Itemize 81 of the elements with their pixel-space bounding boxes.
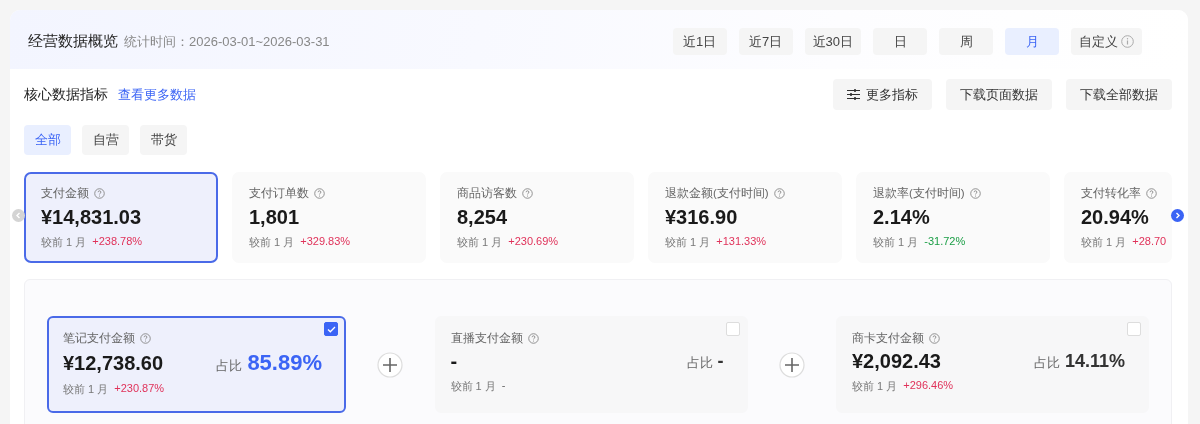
change-percent: +28.70 — [1132, 235, 1167, 249]
range-button[interactable]: 近1日 — [672, 28, 727, 55]
compare-label: 较前 1 月 — [249, 235, 295, 250]
change-percent: +238.78% — [92, 235, 143, 249]
change-percent: +230.69% — [508, 235, 559, 249]
filter-tab[interactable]: 带货 — [140, 125, 187, 155]
metric-name: 笔记支付金额 — [63, 331, 135, 346]
sliders-icon — [847, 89, 860, 100]
help-icon[interactable] — [522, 188, 533, 199]
help-icon[interactable] — [969, 188, 981, 199]
compare-label: 较前 1 月 — [457, 235, 503, 250]
more-metrics-button[interactable]: 更多指标 — [833, 79, 932, 110]
checkbox[interactable] — [324, 322, 338, 336]
metric-name: 直播支付金额 — [450, 331, 523, 346]
metric-value: ¥316.90 — [665, 206, 739, 229]
metric-value: ¥2,092.43 — [852, 350, 941, 373]
metric-value: 20.94% — [1081, 206, 1150, 229]
core-metrics-title: 核心数据指标 — [24, 85, 108, 104]
metric-name: 退款金额(支付时间) — [665, 186, 769, 201]
change-percent: +131.33% — [716, 235, 767, 249]
metric-card[interactable]: 退款率(支付时间) 2.14% 较前 1 月 -31.72% — [856, 172, 1050, 263]
range-button[interactable]: 近7日 — [738, 28, 793, 55]
compare-label: 较前 1 月 — [450, 379, 496, 394]
range-button[interactable]: 自定义 — [1071, 28, 1142, 55]
range-button[interactable]: 周 — [939, 28, 993, 55]
share-value: - — [717, 351, 724, 372]
download-button[interactable]: 下载全部数据 — [1066, 79, 1172, 110]
compare-label: 较前 1 月 — [63, 382, 109, 397]
metric-card[interactable]: 退款金额(支付时间) ¥316.90 较前 1 月 +131.33% — [648, 172, 842, 263]
share-value: 85.89% — [247, 350, 322, 376]
range-button[interactable]: 月 — [1005, 28, 1059, 55]
plus-icon — [377, 352, 404, 378]
help-icon[interactable] — [527, 333, 539, 344]
share-value: 14.11% — [1064, 351, 1125, 372]
help-icon[interactable] — [140, 333, 151, 344]
change-percent: -31.72% — [924, 235, 966, 249]
metric-value: - — [450, 350, 458, 373]
range-button[interactable]: 日 — [873, 28, 927, 55]
range-button[interactable]: 近30日 — [804, 28, 861, 55]
overview-title: 经营数据概览 — [28, 32, 118, 51]
metric-value: 2.14% — [873, 206, 931, 229]
change-percent: +329.83% — [300, 235, 351, 249]
metric-card[interactable]: 支付转化率 20.94% 较前 1 月 +28.70 — [1064, 172, 1172, 263]
change-percent: +230.87% — [114, 382, 165, 396]
metric-name: 支付转化率 — [1081, 186, 1141, 201]
metric-name: 支付订单数 — [249, 186, 309, 201]
change-percent: +296.46% — [903, 379, 954, 393]
metric-name: 商品访客数 — [457, 186, 517, 201]
metric-value: 8,254 — [457, 206, 509, 229]
breakdown-card[interactable]: 直播支付金额 - 占比 - 较前 1 月 - — [434, 316, 748, 413]
share-label: 占比 — [216, 357, 243, 375]
download-button[interactable]: 下载页面数据 — [946, 79, 1052, 110]
metric-card[interactable]: 支付金额 ¥14,831.03 较前 1 月 +238.78% — [24, 172, 218, 263]
help-icon[interactable] — [94, 188, 105, 199]
help-icon[interactable] — [929, 333, 940, 344]
metric-name: 商卡支付金额 — [852, 331, 924, 346]
metric-card[interactable]: 商品访客数 8,254 较前 1 月 +230.69% — [440, 172, 634, 263]
metric-card[interactable]: 支付订单数 1,801 较前 1 月 +329.83% — [232, 172, 426, 263]
compare-label: 较前 1 月 — [41, 235, 87, 250]
share-label: 占比 — [1033, 354, 1060, 372]
help-icon[interactable] — [1146, 188, 1157, 199]
filter-tab[interactable]: 全部 — [24, 125, 71, 155]
metric-name: 支付金额 — [41, 186, 89, 201]
breakdown-card[interactable]: 笔记支付金额 ¥12,738.60 占比 85.89% 较前 1 月 +230.87% — [47, 316, 346, 413]
compare-label: 较前 1 月 — [873, 235, 919, 250]
compare-label: 较前 1 月 — [852, 379, 898, 394]
plus-icon — [778, 352, 805, 378]
metric-name: 退款率(支付时间) — [873, 186, 965, 201]
metric-value: 1,801 — [249, 206, 301, 229]
filter-tab[interactable]: 自营 — [82, 125, 129, 155]
compare-label: 较前 1 月 — [665, 235, 711, 250]
help-icon[interactable] — [773, 188, 785, 199]
metric-value: ¥12,738.60 — [63, 351, 164, 375]
more-data-link[interactable]: 查看更多数据 — [118, 85, 196, 104]
help-icon[interactable] — [314, 188, 325, 199]
statistics-period: 统计时间：2026-03-01~2026-03-31 — [124, 33, 330, 51]
breakdown-card[interactable]: 商卡支付金额 ¥2,092.43 占比 14.11% 较前 1 月 +296.46% — [836, 316, 1149, 413]
metric-value: ¥14,831.03 — [41, 206, 143, 229]
share-label: 占比 — [686, 354, 713, 372]
compare-label: 较前 1 月 — [1081, 235, 1127, 250]
change-percent: - — [501, 379, 506, 393]
